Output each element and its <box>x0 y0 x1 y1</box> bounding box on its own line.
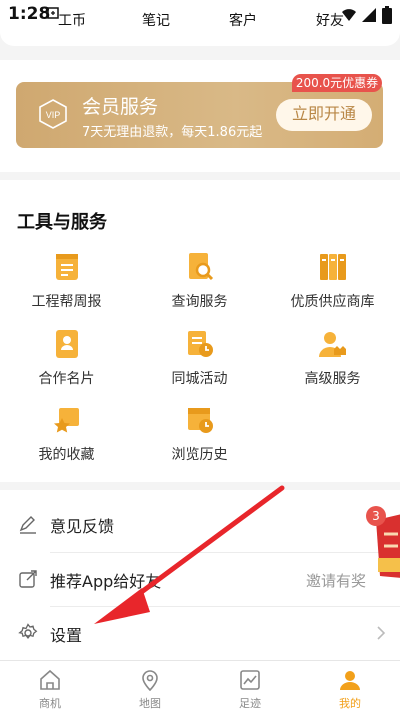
notification-icon <box>47 7 59 19</box>
promo-count-badge: 3 <box>366 506 386 526</box>
tool-local-event[interactable]: 同城活动 <box>133 328 266 398</box>
home-icon <box>40 669 60 690</box>
person-icon <box>340 671 360 690</box>
pencil-icon <box>19 516 36 534</box>
tool-label: 优质供应商库 <box>290 294 375 310</box>
business-card-icon <box>55 330 78 358</box>
favorites-icon <box>53 408 79 433</box>
tool-weekly-report[interactable]: 工程帮周报 <box>0 251 133 321</box>
tool-label: 合作名片 <box>38 371 95 387</box>
tool-history[interactable]: 浏览历史 <box>133 404 266 474</box>
signal-icon <box>362 8 376 22</box>
tool-label: 我的收藏 <box>38 447 95 463</box>
feedback-label: 意见反馈 <box>50 517 115 536</box>
vip-badge-text: VIP <box>46 110 61 120</box>
tools-title: 工具与服务 <box>17 212 107 233</box>
battery-icon <box>382 6 392 24</box>
weekly-report-icon <box>55 254 78 280</box>
tool-label: 高级服务 <box>304 371 361 387</box>
status-bar: 1:28 工币 笔记 客户 好友 <box>0 0 400 32</box>
nav-label: 商机 <box>39 697 61 710</box>
nav-label: 足迹 <box>239 697 261 710</box>
settings-row[interactable]: 设置 <box>0 607 400 661</box>
status-time: 1:28 <box>8 4 51 24</box>
nav-business[interactable]: 商机 <box>0 661 100 713</box>
tool-supplier-library[interactable]: 优质供应商库 <box>266 251 399 321</box>
open-vip-button[interactable]: 立即开通 <box>276 99 372 131</box>
tool-label: 浏览历史 <box>171 447 228 463</box>
tool-premium-service[interactable]: 高级服务 <box>266 328 399 398</box>
profile-card-bottom <box>0 32 400 46</box>
tool-label: 同城活动 <box>171 371 228 387</box>
search-doc-icon <box>188 253 213 281</box>
supplier-library-icon <box>319 254 346 280</box>
nav-mine[interactable]: 我的 <box>300 661 400 713</box>
top-tab-friends[interactable]: 好友 <box>316 10 344 30</box>
system-icons <box>342 6 392 24</box>
wifi-icon <box>342 9 356 21</box>
settings-label: 设置 <box>50 626 83 645</box>
nav-map[interactable]: 地图 <box>100 661 200 713</box>
chart-icon <box>240 670 260 690</box>
top-tab-customers[interactable]: 客户 <box>229 10 257 30</box>
invite-reward-text: 邀请有奖 <box>305 572 366 590</box>
recommend-app-row[interactable]: 推荐App给好友 邀请有奖 <box>0 553 400 607</box>
tool-label: 查询服务 <box>171 294 228 310</box>
nav-footprint[interactable]: 足迹 <box>200 661 300 713</box>
tool-favorites[interactable]: 我的收藏 <box>0 404 133 474</box>
gear-icon <box>18 623 38 639</box>
share-icon <box>19 570 37 588</box>
tool-label: 工程帮周报 <box>31 294 102 310</box>
vip-description: 7天无理由退款，每天1.86元起 <box>82 125 263 140</box>
premium-service-icon <box>318 332 346 357</box>
coupon-badge: 200.0元优惠券 <box>292 74 382 92</box>
history-icon <box>187 408 213 433</box>
bottom-nav: 商机 地图 足迹 我的 <box>0 660 400 713</box>
chevron-right-icon <box>377 626 386 640</box>
tool-query-service[interactable]: 查询服务 <box>133 251 266 321</box>
nav-label: 我的 <box>339 697 361 710</box>
feedback-row[interactable]: 意见反馈 <box>0 498 400 552</box>
tool-business-card[interactable]: 合作名片 <box>0 328 133 398</box>
vip-icon: VIP <box>39 99 67 129</box>
local-event-icon <box>187 331 213 357</box>
top-tab-notes[interactable]: 笔记 <box>142 10 170 30</box>
vip-title: 会员服务 <box>82 96 159 118</box>
map-pin-icon <box>142 670 158 691</box>
top-tab-coins[interactable]: 工币 <box>58 10 86 30</box>
floating-promo[interactable]: 3 <box>366 506 400 582</box>
recommend-app-label: 推荐App给好友 <box>50 572 162 591</box>
nav-label: 地图 <box>139 697 161 710</box>
